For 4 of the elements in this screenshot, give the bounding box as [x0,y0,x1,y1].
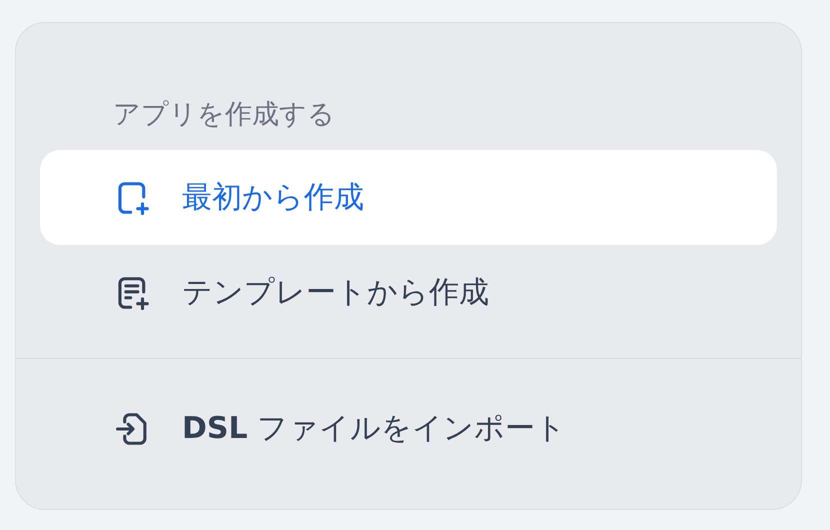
menu-item[interactable]: DSL ファイルをインポート [40,381,777,476]
section-title: アプリを作成する [112,98,336,132]
menu-item[interactable]: テンプレートから作成 [40,245,777,340]
menu-item[interactable]: 最初から作成 [40,150,777,245]
